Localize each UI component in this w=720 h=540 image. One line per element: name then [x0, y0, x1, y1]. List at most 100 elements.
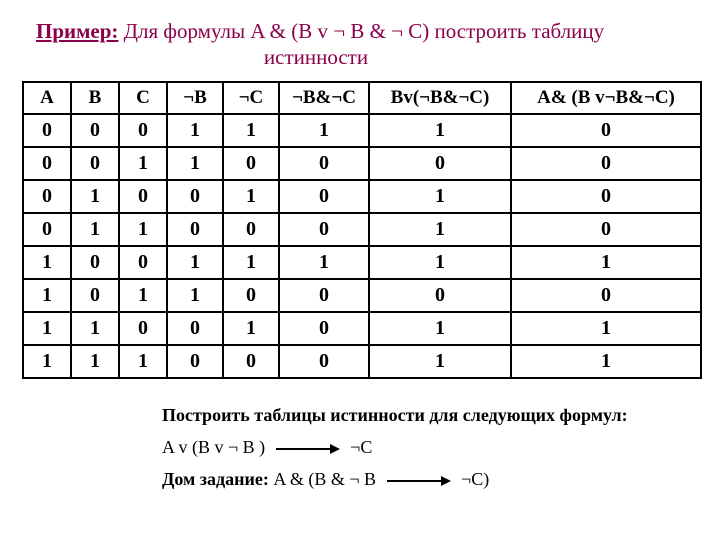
- example-label: Пример:: [36, 19, 118, 43]
- cell: 0: [71, 114, 119, 147]
- homework-formula-left: A & (B & ¬ B: [273, 469, 376, 489]
- table-row: 0 0 1 1 0 0 0 0: [23, 147, 701, 180]
- table-row: 1 1 0 0 1 0 1 1: [23, 312, 701, 345]
- cell: 1: [71, 213, 119, 246]
- cell: 1: [369, 345, 511, 378]
- cell: 0: [119, 312, 167, 345]
- cell: 0: [369, 147, 511, 180]
- cell: 0: [511, 114, 701, 147]
- tasks-block: Построить таблицы истинности для следующ…: [162, 399, 698, 496]
- col-header: B: [71, 82, 119, 114]
- table-row: 0 0 0 1 1 1 1 0: [23, 114, 701, 147]
- cell: 1: [23, 345, 71, 378]
- cell: 0: [71, 246, 119, 279]
- cell: 0: [279, 312, 369, 345]
- cell: 0: [223, 279, 279, 312]
- cell: 0: [119, 114, 167, 147]
- cell: 0: [511, 213, 701, 246]
- cell: 1: [511, 312, 701, 345]
- arrow-icon: [387, 474, 451, 488]
- cell: 1: [71, 312, 119, 345]
- formula-left: A v (B v ¬ B ): [162, 437, 265, 457]
- cell: 0: [511, 279, 701, 312]
- table-row: 0 1 0 0 1 0 1 0: [23, 180, 701, 213]
- cell: 0: [279, 345, 369, 378]
- cell: 1: [511, 246, 701, 279]
- table-row: 1 0 0 1 1 1 1 1: [23, 246, 701, 279]
- cell: 1: [167, 114, 223, 147]
- page: Пример: Для формулы A & (B v ¬ B & ¬ C) …: [0, 0, 720, 540]
- homework-formula-right: ¬C): [461, 469, 489, 489]
- truth-table: A B C ¬B ¬C ¬B&¬C Bv(¬B&¬C) A& (B v¬B&¬C…: [22, 81, 702, 379]
- cell: 0: [23, 213, 71, 246]
- cell: 1: [23, 279, 71, 312]
- cell: 0: [167, 180, 223, 213]
- cell: 1: [119, 345, 167, 378]
- page-title: Пример: Для формулы A & (B v ¬ B & ¬ C) …: [36, 18, 698, 71]
- title-line-1: Пример: Для формулы A & (B v ¬ B & ¬ C) …: [36, 18, 698, 44]
- col-header: ¬C: [223, 82, 279, 114]
- cell: 1: [223, 246, 279, 279]
- cell: 0: [167, 312, 223, 345]
- title-rest: Для формулы A & (B v ¬ B & ¬ C) построит…: [118, 19, 604, 43]
- cell: 0: [119, 246, 167, 279]
- cell: 0: [223, 147, 279, 180]
- table-row: 0 1 1 0 0 0 1 0: [23, 213, 701, 246]
- cell: 0: [23, 180, 71, 213]
- cell: 1: [223, 180, 279, 213]
- cell: 1: [223, 312, 279, 345]
- title-line-2: истинности: [36, 44, 596, 70]
- cell: 1: [369, 180, 511, 213]
- cell: 0: [279, 147, 369, 180]
- cell: 1: [223, 114, 279, 147]
- cell: 1: [167, 246, 223, 279]
- cell: 1: [119, 147, 167, 180]
- cell: 0: [167, 345, 223, 378]
- cell: 1: [23, 246, 71, 279]
- cell: 1: [119, 213, 167, 246]
- task-formula-1: A v (B v ¬ B ) ¬C: [162, 431, 698, 463]
- cell: 1: [119, 279, 167, 312]
- cell: 0: [223, 213, 279, 246]
- cell: 0: [23, 114, 71, 147]
- col-header: ¬B&¬C: [279, 82, 369, 114]
- cell: 1: [369, 246, 511, 279]
- cell: 0: [223, 345, 279, 378]
- cell: 1: [167, 279, 223, 312]
- cell: 0: [23, 147, 71, 180]
- col-header: C: [119, 82, 167, 114]
- cell: 1: [71, 180, 119, 213]
- homework-label: Дом задание:: [162, 469, 269, 489]
- cell: 1: [71, 345, 119, 378]
- cell: 0: [119, 180, 167, 213]
- cell: 0: [279, 279, 369, 312]
- table-row: 1 0 1 1 0 0 0 0: [23, 279, 701, 312]
- arrow-icon: [276, 442, 340, 456]
- formula-right: ¬C: [350, 437, 372, 457]
- homework-line: Дом задание: A & (B & ¬ B ¬C): [162, 463, 698, 495]
- cell: 0: [279, 180, 369, 213]
- tasks-heading: Построить таблицы истинности для следующ…: [162, 399, 698, 431]
- cell: 0: [71, 147, 119, 180]
- cell: 1: [23, 312, 71, 345]
- cell: 1: [369, 213, 511, 246]
- cell: 0: [279, 213, 369, 246]
- col-header: ¬B: [167, 82, 223, 114]
- cell: 1: [279, 114, 369, 147]
- cell: 1: [369, 312, 511, 345]
- col-header: A& (B v¬B&¬C): [511, 82, 701, 114]
- cell: 0: [511, 147, 701, 180]
- cell: 0: [71, 279, 119, 312]
- col-header: A: [23, 82, 71, 114]
- cell: 1: [369, 114, 511, 147]
- table-row: 1 1 1 0 0 0 1 1: [23, 345, 701, 378]
- table-body: 0 0 0 1 1 1 1 0 0 0 1 1 0 0 0 0 0 1: [23, 114, 701, 378]
- col-header: Bv(¬B&¬C): [369, 82, 511, 114]
- table-head: A B C ¬B ¬C ¬B&¬C Bv(¬B&¬C) A& (B v¬B&¬C…: [23, 82, 701, 114]
- table-header-row: A B C ¬B ¬C ¬B&¬C Bv(¬B&¬C) A& (B v¬B&¬C…: [23, 82, 701, 114]
- cell: 1: [167, 147, 223, 180]
- cell: 0: [167, 213, 223, 246]
- cell: 1: [511, 345, 701, 378]
- cell: 0: [369, 279, 511, 312]
- cell: 0: [511, 180, 701, 213]
